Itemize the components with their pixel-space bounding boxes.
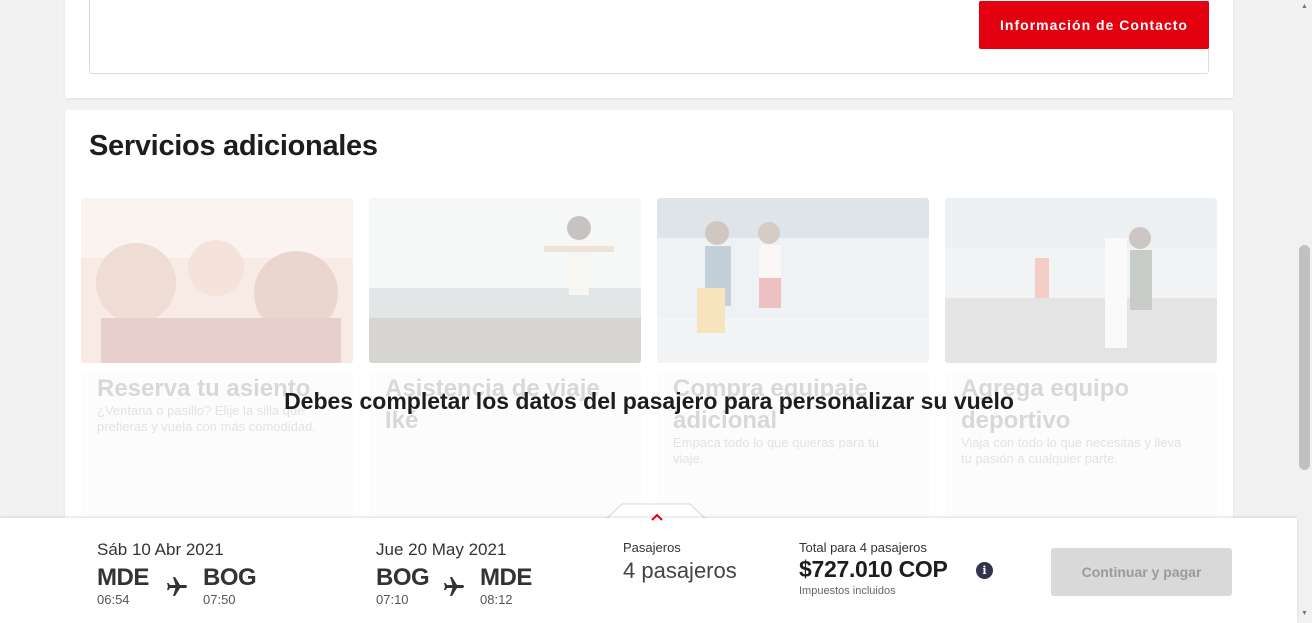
- airplane-icon: [444, 577, 464, 596]
- airplane-icon: [167, 577, 187, 596]
- outbound-date: Sáb 10 Abr 2021: [97, 540, 224, 559]
- inbound-date: Jue 20 May 2021: [376, 540, 507, 559]
- outbound-depart-time: 06:54: [97, 592, 130, 607]
- luggage-image: [657, 198, 929, 363]
- inbound-destination: MDE: [480, 564, 532, 591]
- services-title: Servicios adicionales: [89, 130, 378, 162]
- service-tile-seat: Reserva tu asiento ¿Ventana o pasillo? E…: [81, 198, 353, 530]
- outbound-origin: MDE: [97, 564, 149, 591]
- inbound-depart-time: 07:10: [376, 592, 409, 607]
- total-label: Total para 4 pasajeros: [799, 540, 927, 555]
- booking-summary-bar: Sáb 10 Abr 2021 MDE BOG 06:54 07:50 Jue …: [0, 518, 1297, 623]
- outbound-destination: BOG: [203, 564, 257, 591]
- scroll-down-arrow-icon[interactable]: ▼: [1300, 610, 1309, 618]
- additional-services-section: Servicios adicionales Reserva tu asiento…: [65, 110, 1233, 530]
- taxes-included-note: Impuestos incluidos: [799, 585, 896, 597]
- info-icon[interactable]: i: [976, 562, 993, 579]
- scroll-up-arrow-icon[interactable]: ▲: [1300, 3, 1309, 11]
- service-tile-luggage: Compra equipaje adicional Empaca todo lo…: [657, 198, 929, 530]
- contact-info-button[interactable]: Información de Contacto: [979, 1, 1209, 49]
- service-tile-assistance: Asistencia de viaje Iké: [369, 198, 641, 530]
- assistance-image: [369, 198, 641, 363]
- outbound-arrive-time: 07:50: [203, 592, 236, 607]
- luggage-description: Empaca todo lo que quieras para tu viaje…: [673, 435, 879, 466]
- passengers-count: 4 pasajeros: [623, 558, 737, 583]
- inbound-origin: BOG: [376, 564, 430, 591]
- complete-passenger-data-message: Debes completar los datos del pasajero p…: [284, 388, 1014, 414]
- total-price: $727.010 COP: [799, 556, 948, 582]
- page-scrollbar[interactable]: ▲ ▼: [1297, 0, 1312, 623]
- inbound-arrive-time: 08:12: [480, 592, 513, 607]
- chevron-up-icon[interactable]: [649, 512, 665, 522]
- sports-image: [945, 198, 1217, 363]
- continue-and-pay-button[interactable]: Continuar y pagar: [1051, 548, 1232, 596]
- passengers-label: Pasajeros: [623, 540, 681, 555]
- sports-description: Viaja con todo lo que necesitas y lleva …: [961, 435, 1182, 466]
- scrollbar-thumb[interactable]: [1299, 245, 1310, 470]
- seat-image: [81, 198, 353, 363]
- service-tile-sports: Agrega equipo deportivo Viaja con todo l…: [945, 198, 1217, 530]
- contact-section: Información de Contacto: [65, 0, 1233, 98]
